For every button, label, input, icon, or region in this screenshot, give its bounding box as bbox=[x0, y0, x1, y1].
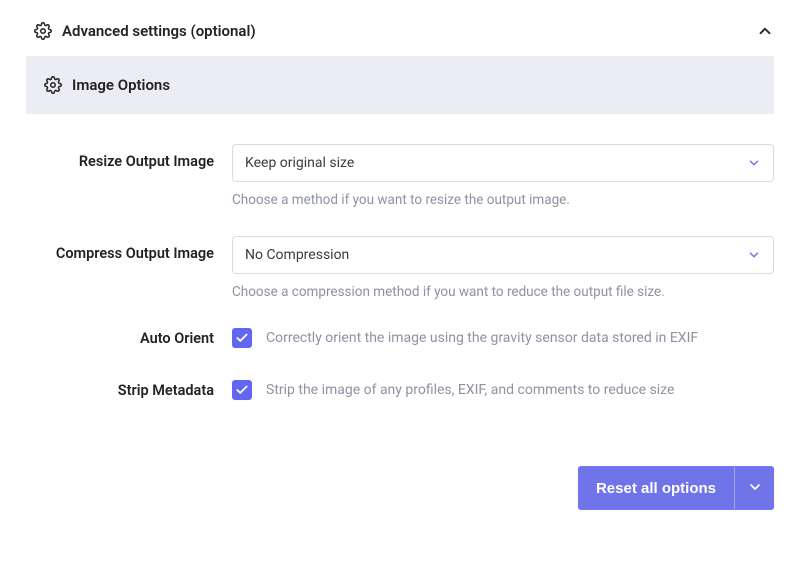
auto-orient-checkbox[interactable] bbox=[232, 328, 252, 348]
strip-metadata-control: Strip the image of any profiles, EXIF, a… bbox=[232, 380, 774, 400]
auto-orient-control: Correctly orient the image using the gra… bbox=[232, 328, 774, 348]
chevron-down-icon bbox=[747, 479, 763, 498]
gear-icon bbox=[44, 76, 62, 94]
resize-hint: Choose a method if you want to resize th… bbox=[232, 192, 774, 208]
reset-button-label: Reset all options bbox=[596, 480, 716, 497]
gear-icon bbox=[34, 22, 52, 40]
auto-orient-label: Auto Orient bbox=[26, 330, 232, 347]
field-auto-orient: Auto Orient Correctly orient the image u… bbox=[26, 328, 774, 348]
strip-metadata-checkbox[interactable] bbox=[232, 380, 252, 400]
resize-select[interactable]: Keep original size bbox=[232, 144, 774, 182]
chevron-down-icon bbox=[747, 156, 761, 170]
resize-control: Keep original size Choose a method if yo… bbox=[232, 144, 774, 208]
reset-button[interactable]: Reset all options bbox=[578, 466, 734, 510]
collapse-icon[interactable] bbox=[756, 22, 774, 40]
panel-header-left: Advanced settings (optional) bbox=[34, 22, 256, 40]
reset-button-group: Reset all options bbox=[578, 466, 774, 510]
compress-control: No Compression Choose a compression meth… bbox=[232, 236, 774, 300]
reset-button-caret[interactable] bbox=[734, 466, 774, 510]
panel-header[interactable]: Advanced settings (optional) bbox=[26, 20, 774, 54]
footer: Reset all options bbox=[26, 432, 774, 510]
resize-select-value: Keep original size bbox=[245, 155, 747, 171]
compress-hint: Choose a compression method if you want … bbox=[232, 284, 774, 300]
strip-metadata-desc: Strip the image of any profiles, EXIF, a… bbox=[266, 382, 674, 398]
field-resize: Resize Output Image Keep original size C… bbox=[26, 144, 774, 208]
compress-select[interactable]: No Compression bbox=[232, 236, 774, 274]
auto-orient-desc: Correctly orient the image using the gra… bbox=[266, 330, 698, 346]
chevron-down-icon bbox=[747, 248, 761, 262]
advanced-settings-panel: Advanced settings (optional) Image Optio… bbox=[0, 0, 800, 564]
field-strip-metadata: Strip Metadata Strip the image of any pr… bbox=[26, 380, 774, 400]
field-compress: Compress Output Image No Compression Cho… bbox=[26, 236, 774, 300]
form: Resize Output Image Keep original size C… bbox=[26, 114, 774, 400]
compress-label: Compress Output Image bbox=[26, 236, 232, 264]
resize-label: Resize Output Image bbox=[26, 144, 232, 172]
panel-title: Advanced settings (optional) bbox=[62, 22, 256, 40]
strip-metadata-label: Strip Metadata bbox=[26, 382, 232, 399]
section-title: Image Options bbox=[72, 76, 170, 94]
section-image-options: Image Options bbox=[26, 56, 774, 114]
compress-select-value: No Compression bbox=[245, 247, 747, 263]
